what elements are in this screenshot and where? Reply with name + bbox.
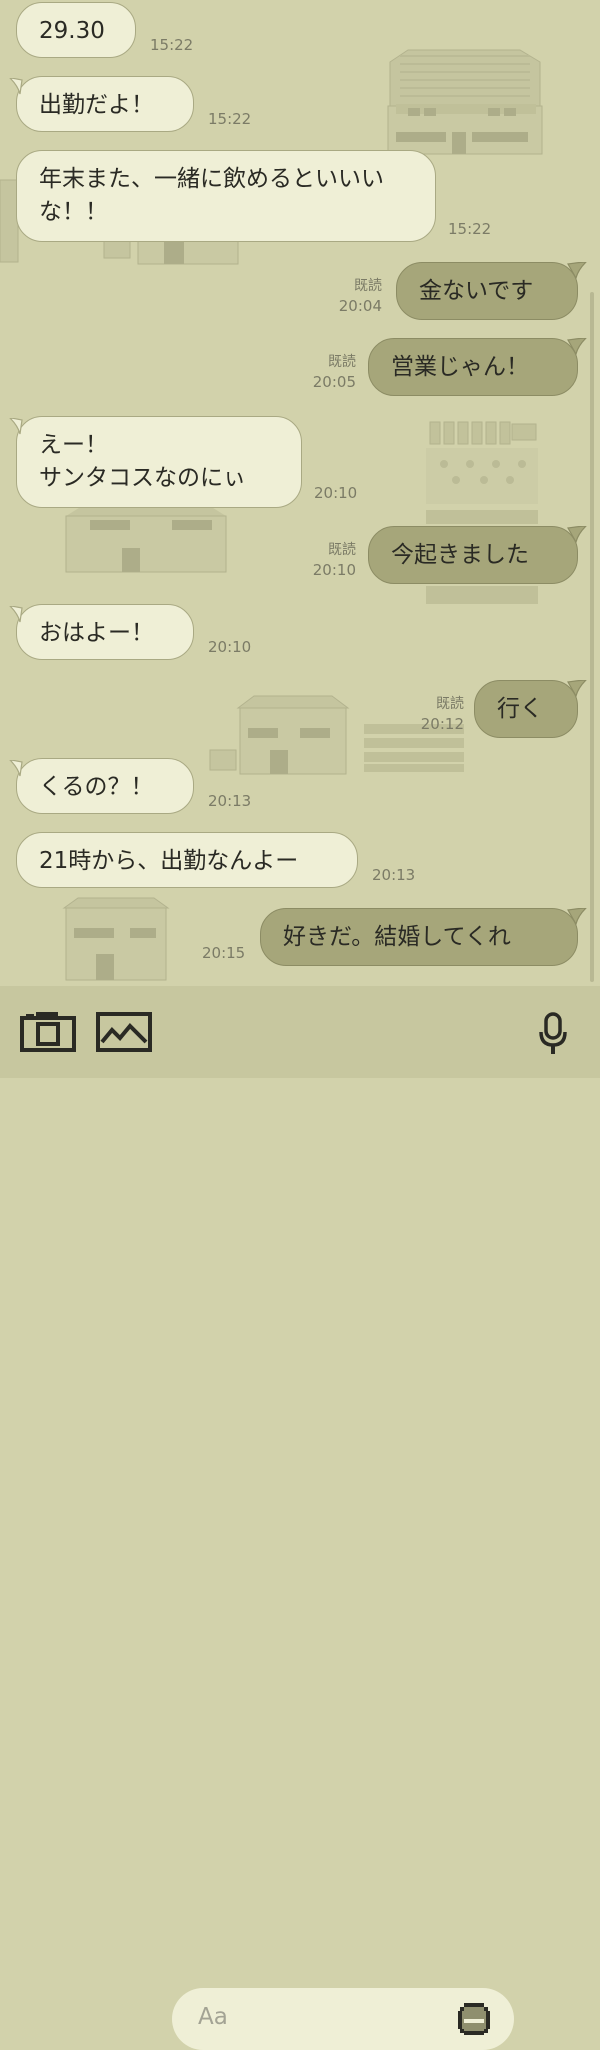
chat-area[interactable]: 29.30 15:22 出勤だよ！ 15:22 年末また、一緒に飲めるといいい … [0, 0, 600, 986]
read-receipt: 既読 [436, 696, 464, 712]
message-line: 年末また、一緒に飲めるといいい [39, 166, 384, 192]
message-text: くるの？！ [39, 774, 154, 800]
outgoing-message[interactable]: 行く [474, 680, 578, 738]
bubble-tail [567, 908, 587, 926]
message-line: えー！ [39, 432, 108, 458]
message-line: な！！ [39, 199, 108, 225]
message-meta: 既読 20:04 [320, 276, 382, 316]
message-time: 20:05 [312, 373, 356, 391]
incoming-message[interactable]: くるの？！ [16, 758, 194, 814]
message-meta: 既読 20:12 [402, 694, 464, 734]
incoming-message[interactable]: 年末また、一緒に飲めるといいい な！！ [16, 150, 436, 242]
message-time: 20:15 [202, 944, 246, 962]
message-text: おはよー！ [39, 620, 154, 646]
bubble-tail [567, 526, 587, 544]
building-decoration [62, 506, 230, 574]
message-text: 好きだ。結婚してくれ [283, 924, 511, 950]
bubble-tail [567, 262, 587, 280]
scrollbar[interactable] [590, 292, 594, 982]
incoming-message[interactable]: 出勤だよ！ [16, 76, 194, 132]
read-receipt: 既読 [328, 542, 356, 558]
incoming-message[interactable]: えー！ サンタコスなのにぃ [16, 416, 302, 508]
message-time: 20:10 [208, 638, 252, 656]
message-time: 15:22 [150, 36, 194, 54]
message-time: 20:10 [314, 484, 358, 502]
bubble-tail [9, 606, 23, 623]
emoji-icon[interactable] [456, 2001, 492, 2041]
outgoing-message[interactable]: 営業じゃん！ [368, 338, 578, 396]
incoming-message[interactable]: おはよー！ [16, 604, 194, 660]
message-time: 15:22 [208, 110, 252, 128]
message-text: 金ないです [419, 278, 534, 304]
message-input[interactable]: Aa [172, 1988, 514, 2050]
message-input-bar: Aa [0, 986, 600, 2050]
building-decoration [380, 48, 546, 158]
image-icon[interactable] [96, 1012, 152, 1056]
message-text: 行く [497, 696, 543, 722]
message-time: 20:04 [338, 297, 382, 315]
message-text: 29.30 [39, 18, 105, 44]
message-time: 20:10 [312, 561, 356, 579]
outgoing-message[interactable]: 今起きました [368, 526, 578, 584]
message-time: 20:12 [420, 715, 464, 733]
message-time: 20:13 [372, 866, 416, 884]
read-receipt: 既読 [328, 354, 356, 370]
read-receipt: 既読 [354, 278, 382, 294]
bubble-tail [9, 418, 23, 435]
input-placeholder: Aa [198, 2004, 228, 2030]
message-time: 20:13 [208, 792, 252, 810]
message-text: 今起きました [391, 542, 529, 568]
message-text: 出勤だよ！ [39, 92, 154, 118]
bubble-tail [567, 680, 587, 698]
camera-icon[interactable] [20, 1010, 76, 1056]
building-decoration [60, 896, 172, 982]
message-meta: 既読 20:10 [294, 540, 356, 580]
message-line: サンタコスなのにぃ [39, 465, 246, 491]
bubble-tail [9, 760, 23, 777]
outgoing-message[interactable]: 金ないです [396, 262, 578, 320]
microphone-icon[interactable] [538, 1012, 568, 1060]
bubble-tail [567, 338, 587, 356]
message-meta: 既読 20:05 [294, 352, 356, 392]
message-text: 営業じゃん！ [391, 354, 529, 380]
incoming-message[interactable]: 21時から、出勤なんよー [16, 832, 358, 888]
outgoing-message[interactable]: 好きだ。結婚してくれ [260, 908, 578, 966]
bubble-tail [9, 78, 23, 95]
message-text: 21時から、出勤なんよー [39, 848, 299, 874]
message-time: 15:22 [448, 220, 492, 238]
incoming-message[interactable]: 29.30 [16, 2, 136, 58]
